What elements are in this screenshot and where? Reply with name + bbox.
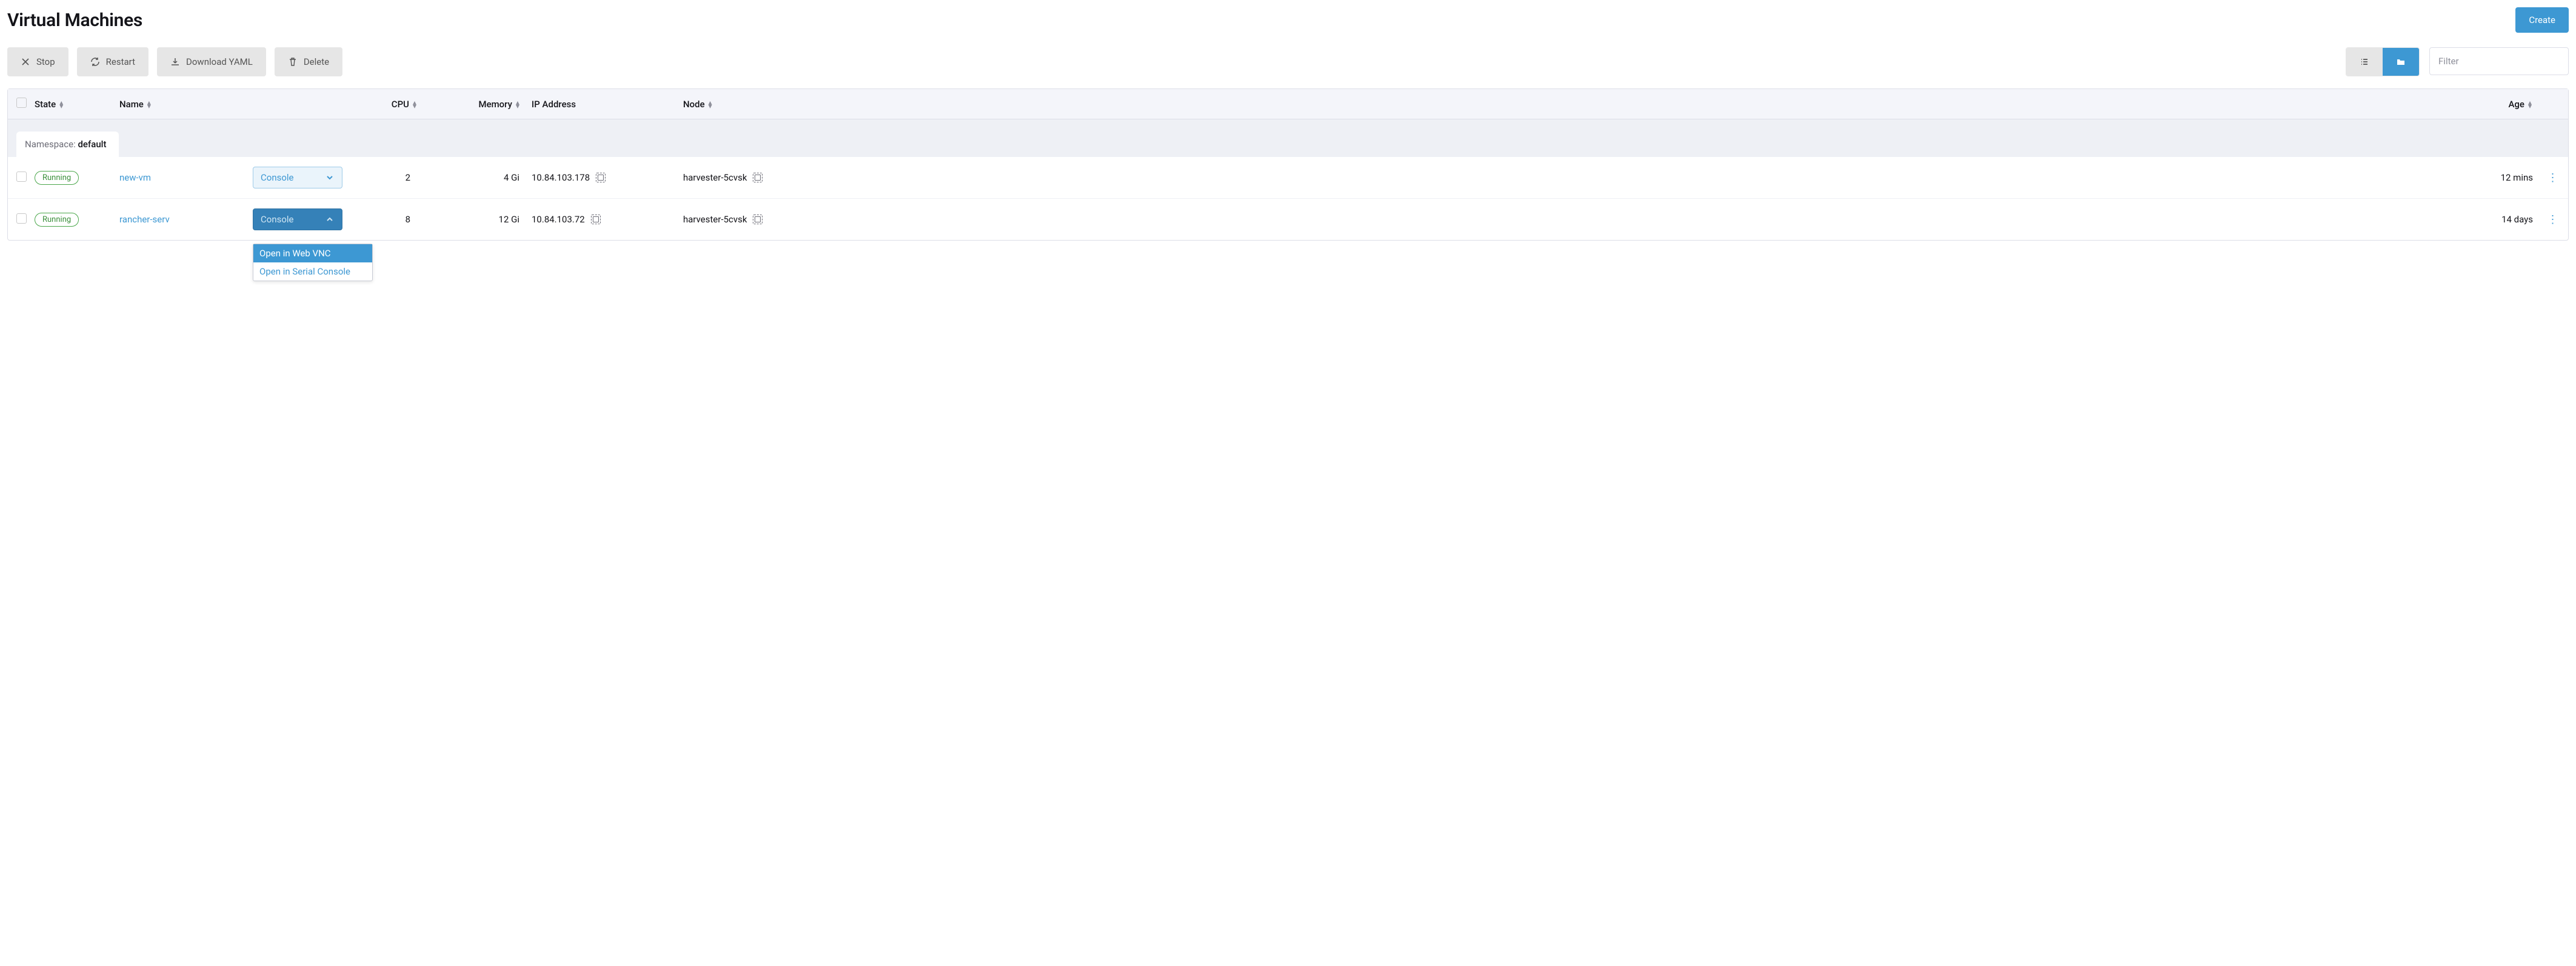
view-grouped-button[interactable] [2383,48,2419,76]
restart-button[interactable]: Restart [77,47,148,76]
stop-label: Stop [36,56,55,67]
col-ip: IP Address [532,99,683,110]
copy-icon[interactable] [753,215,762,224]
sort-icon: ▴▾ [147,101,151,108]
row-checkbox[interactable] [16,172,27,182]
restart-label: Restart [106,56,135,67]
list-icon [2360,57,2369,67]
sort-icon: ▴▾ [59,101,63,108]
delete-button[interactable]: Delete [275,47,342,76]
namespace-group: Namespace: default [8,119,2568,157]
chevron-up-icon [325,215,335,224]
console-label: Console [261,172,294,183]
vm-name-link[interactable]: new-vm [119,172,151,183]
view-toggle [2346,47,2420,76]
memory-value: 12 Gi [429,214,532,225]
row-actions-menu[interactable]: ⋮ [2538,172,2568,184]
sort-icon: ▴▾ [2528,101,2532,108]
namespace-tab: Namespace: default [16,132,119,157]
ip-value: 10.84.103.178 [532,172,590,183]
col-age[interactable]: Age▴▾ [816,99,2538,110]
view-flat-button[interactable] [2346,48,2383,76]
chevron-down-icon [325,173,335,182]
copy-icon[interactable] [591,215,601,224]
table-row: Running rancher-serv Console Open in Web… [8,199,2568,240]
trash-icon [288,57,298,67]
col-state[interactable]: State▴▾ [35,99,119,110]
download-icon [170,57,180,67]
node-value: harvester-5cvsk [683,214,747,225]
age-value: 12 mins [816,172,2538,183]
console-dropdown-menu: Open in Web VNC Open in Serial Console [253,244,373,281]
namespace-name: default [78,139,106,150]
console-option-serial[interactable]: Open in Serial Console [253,262,372,281]
col-name[interactable]: Name▴▾ [119,99,253,110]
vm-table: State▴▾ Name▴▾ CPU▴▾ Memory▴▾ IP Address… [7,88,2569,241]
ip-value: 10.84.103.72 [532,214,585,225]
row-actions-menu[interactable]: ⋮ [2538,213,2568,226]
folder-icon [2396,57,2406,67]
download-yaml-label: Download YAML [186,56,253,67]
cpu-value: 8 [350,214,429,225]
refresh-icon [90,57,100,67]
copy-icon[interactable] [753,173,762,182]
status-badge: Running [35,171,79,185]
col-memory[interactable]: Memory▴▾ [429,99,532,110]
col-cpu[interactable]: CPU▴▾ [350,99,429,110]
sort-icon: ▴▾ [709,101,712,108]
console-dropdown-button[interactable]: Console [253,208,342,230]
console-label: Console [261,214,294,225]
copy-icon[interactable] [596,173,606,182]
status-badge: Running [35,213,79,227]
sort-icon: ▴▾ [413,101,416,108]
console-dropdown-button[interactable]: Console [253,167,342,188]
page-title: Virtual Machines [7,10,142,31]
col-node[interactable]: Node▴▾ [683,99,816,110]
filter-input[interactable] [2429,47,2569,75]
table-row: Running new-vm Console 2 4 Gi 10.84.103.… [8,157,2568,199]
vm-name-link[interactable]: rancher-serv [119,214,170,225]
create-button[interactable]: Create [2515,7,2569,33]
console-option-web-vnc[interactable]: Open in Web VNC [253,244,372,262]
download-yaml-button[interactable]: Download YAML [157,47,266,76]
stop-button[interactable]: Stop [7,47,68,76]
namespace-label: Namespace: [25,139,76,150]
select-all-checkbox[interactable] [16,98,27,108]
close-icon [21,57,30,67]
age-value: 14 days [816,214,2538,225]
memory-value: 4 Gi [429,172,532,183]
cpu-value: 2 [350,172,429,183]
delete-label: Delete [304,56,329,67]
node-value: harvester-5cvsk [683,172,747,183]
sort-icon: ▴▾ [516,101,519,108]
row-checkbox[interactable] [16,213,27,224]
